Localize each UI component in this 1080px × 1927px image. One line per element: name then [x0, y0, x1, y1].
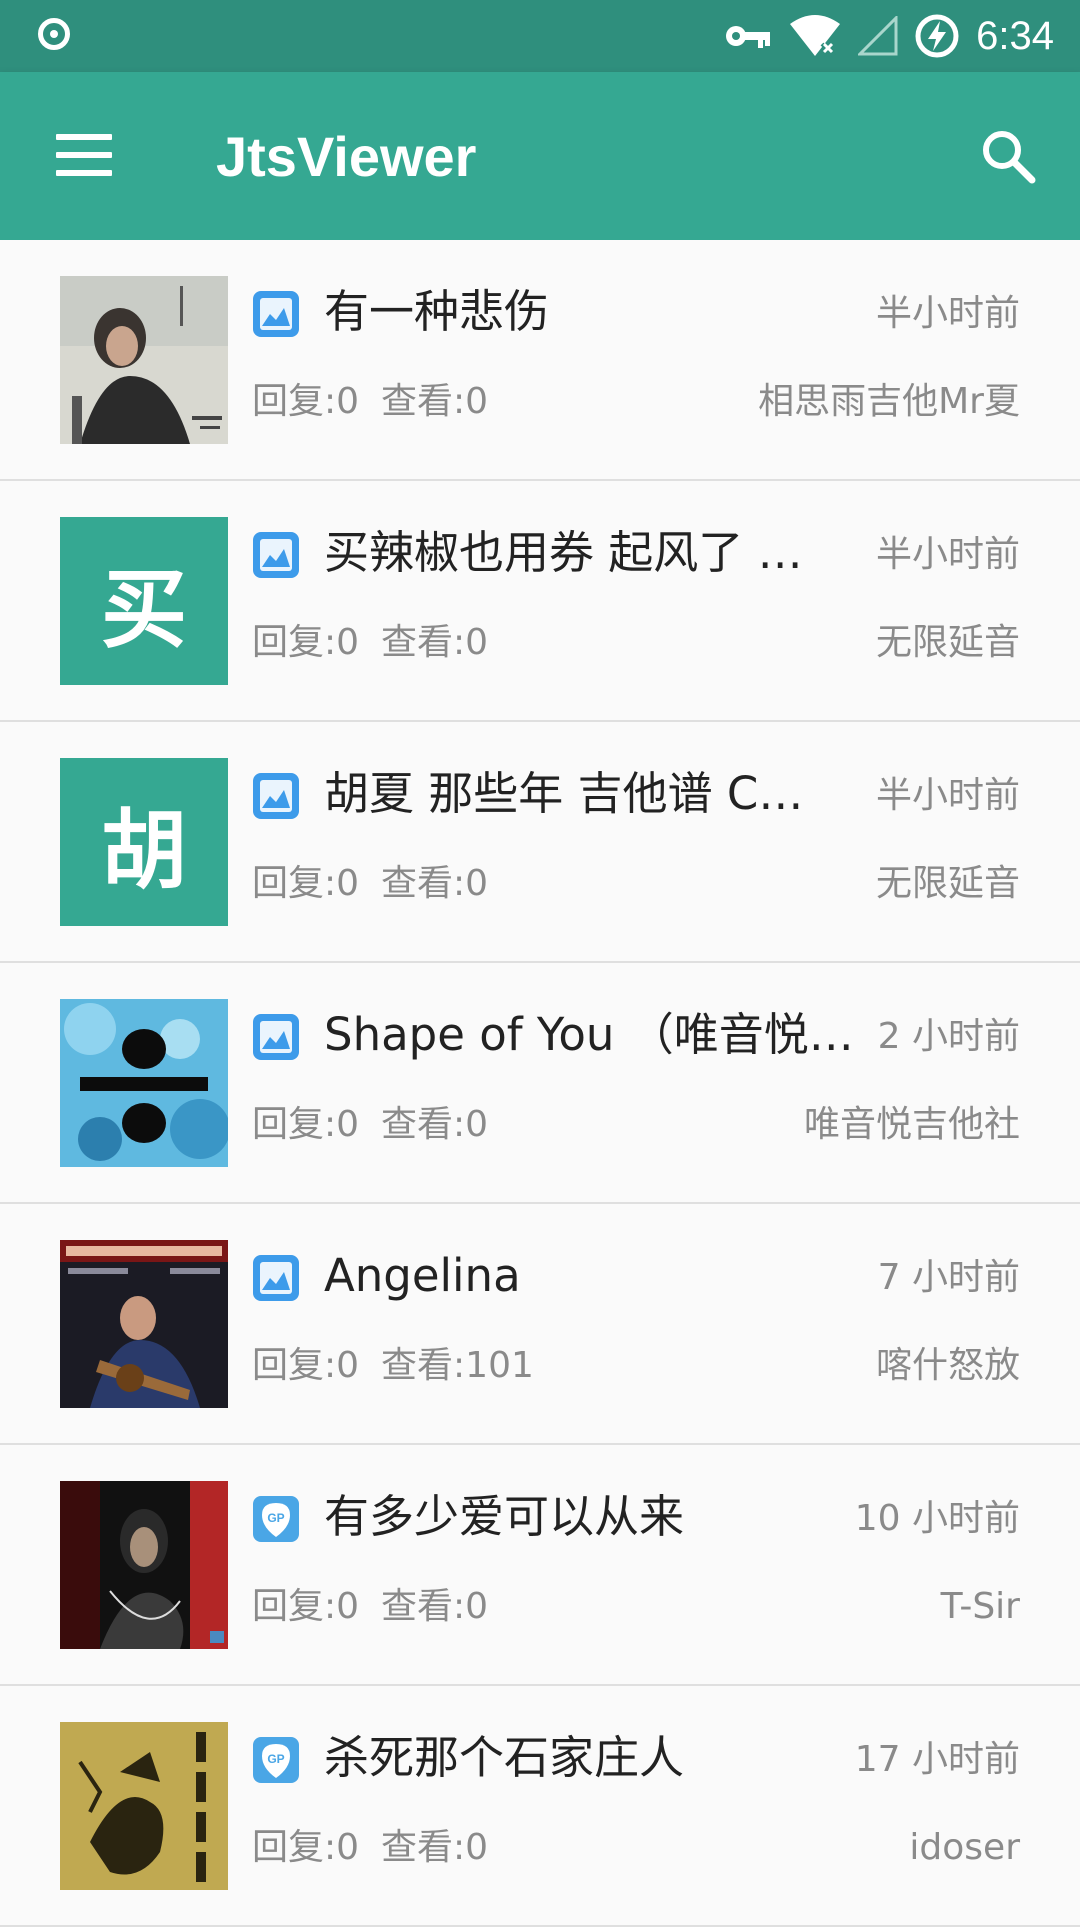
item-title: 胡夏 那些年 吉他谱 C… [324, 767, 804, 820]
list-item[interactable]: Shape of You （唯音悦… 2 小时前 回复:0 查看:0 唯音悦吉他社 [0, 963, 1080, 1204]
thumbnail-image [60, 1481, 228, 1649]
item-author: T-Sir [940, 1586, 1020, 1627]
item-stats: 回复:0 查看:0 [252, 862, 488, 906]
reply-count: 回复:0 [252, 381, 360, 422]
item-author: 无限延音 [875, 863, 1020, 904]
thumbnail-image [60, 276, 228, 444]
view-count: 查看:0 [381, 381, 489, 422]
item-time: 7 小时前 [877, 1257, 1020, 1298]
letter-avatar: 买 [60, 517, 228, 685]
signal-icon [858, 16, 898, 56]
reply-count: 回复:0 [252, 1345, 360, 1386]
view-count: 查看:0 [381, 1104, 489, 1145]
item-stats: 回复:0 查看:0 [252, 1103, 488, 1147]
item-author: 无限延音 [875, 622, 1020, 663]
thumbnail-image [60, 1722, 228, 1890]
vpn-key-icon [726, 26, 771, 48]
item-time: 17 小时前 [854, 1739, 1020, 1780]
item-stats: 回复:0 查看:0 [252, 1585, 488, 1629]
letter-avatar: 胡 [60, 758, 228, 926]
image-icon [253, 1014, 299, 1060]
item-stats: 回复:0 查看:0 [252, 621, 488, 665]
guitar-pro-icon: GP [253, 1737, 299, 1783]
reply-count: 回复:0 [252, 863, 360, 904]
list-item[interactable]: GP 杀死那个石家庄人 17 小时前 回复:0 查看:0 idoser [0, 1686, 1080, 1927]
view-count: 查看:0 [381, 863, 489, 904]
view-count: 查看:0 [381, 622, 489, 663]
menu-icon[interactable] [56, 134, 112, 176]
item-stats: 回复:0 查看:0 [252, 380, 488, 424]
item-title: 买辣椒也用券 起风了 … [324, 526, 803, 579]
item-title: 有多少爱可以从来 [324, 1490, 685, 1543]
app-bar: JtsViewer [0, 72, 1080, 240]
reply-count: 回复:0 [252, 1827, 360, 1868]
view-count: 查看:101 [381, 1345, 534, 1386]
status-time: 6:34 [976, 13, 1054, 58]
thread-list: 有一种悲伤 半小时前 回复:0 查看:0 相思雨吉他Mr夏 买 买辣椒也用券 起风… [0, 240, 1080, 1927]
list-item[interactable]: 买 买辣椒也用券 起风了 … 半小时前 回复:0 查看:0 无限延音 [0, 481, 1080, 722]
item-time: 2 小时前 [877, 1016, 1020, 1057]
app-title: JtsViewer [216, 125, 477, 188]
thumbnail-image [60, 999, 228, 1167]
image-icon [253, 1255, 299, 1301]
item-time: 半小时前 [875, 775, 1020, 816]
item-title: 有一种悲伤 [324, 285, 550, 338]
view-count: 查看:0 [381, 1827, 489, 1868]
item-time: 半小时前 [875, 293, 1020, 334]
list-item[interactable]: GP 有多少爱可以从来 10 小时前 回复:0 查看:0 T-Sir [0, 1445, 1080, 1686]
reply-count: 回复:0 [252, 1104, 360, 1145]
svg-text:GP: GP [267, 1752, 284, 1766]
item-author: 喀什怒放 [875, 1345, 1020, 1386]
guitar-pro-icon: GP [253, 1496, 299, 1542]
view-count: 查看:0 [381, 1586, 489, 1627]
item-author: idoser [909, 1827, 1020, 1868]
item-author: 唯音悦吉他社 [803, 1104, 1020, 1145]
search-icon[interactable] [978, 126, 1038, 186]
reply-count: 回复:0 [252, 1586, 360, 1627]
image-icon [253, 291, 299, 337]
item-stats: 回复:0 查看:0 [252, 1826, 488, 1870]
item-author: 相思雨吉他Mr夏 [758, 381, 1020, 422]
wifi-off-icon [790, 15, 841, 58]
item-title: 杀死那个石家庄人 [324, 1731, 685, 1784]
item-title: Shape of You （唯音悦… [324, 1008, 854, 1061]
item-time: 半小时前 [875, 534, 1020, 575]
status-right: 6:34 [724, 10, 1054, 62]
reply-count: 回复:0 [252, 622, 360, 663]
item-title: Angelina [324, 1249, 521, 1302]
list-item[interactable]: 有一种悲伤 半小时前 回复:0 查看:0 相思雨吉他Mr夏 [0, 240, 1080, 481]
image-icon [253, 773, 299, 819]
record-icon [38, 18, 70, 50]
list-item[interactable]: Angelina 7 小时前 回复:0 查看:101 喀什怒放 [0, 1204, 1080, 1445]
status-bar: 6:34 [0, 0, 1080, 72]
item-stats: 回复:0 查看:101 [252, 1344, 534, 1388]
thumbnail-image [60, 1240, 228, 1408]
list-item[interactable]: 胡 胡夏 那些年 吉他谱 C… 半小时前 回复:0 查看:0 无限延音 [0, 722, 1080, 963]
image-icon [253, 532, 299, 578]
svg-text:GP: GP [267, 1511, 284, 1525]
battery-charging-icon [915, 14, 959, 58]
item-time: 10 小时前 [854, 1498, 1020, 1539]
